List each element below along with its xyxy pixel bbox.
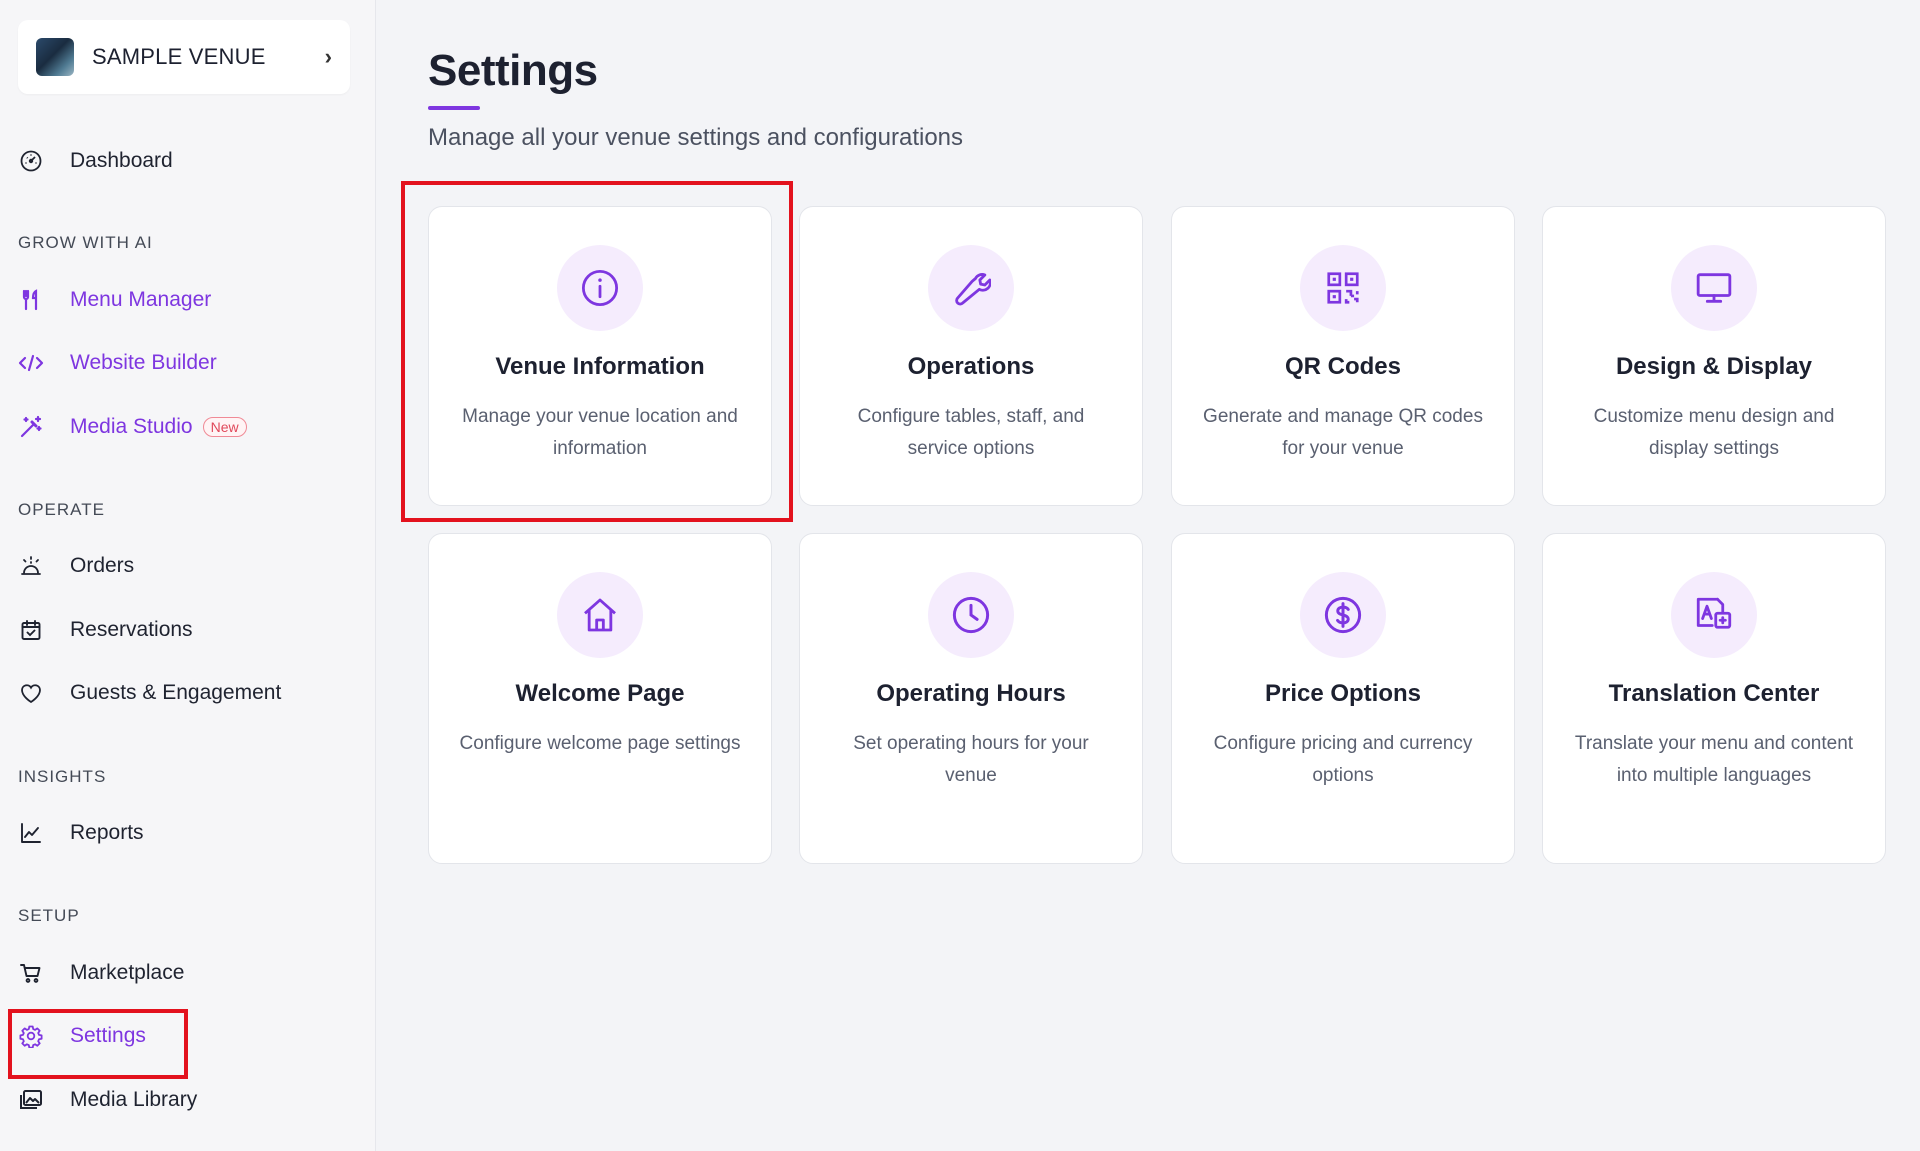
sidebar-item-label: Website Builder	[70, 351, 217, 374]
card-description: Translate your menu and content into mul…	[1574, 733, 1854, 786]
magic-wand-icon	[18, 414, 44, 440]
sidebar-item-media-library[interactable]: Media Library	[18, 1080, 197, 1120]
venue-switcher[interactable]: SAMPLE VENUE ›	[18, 20, 350, 94]
card-description: Configure tables, staff, and service opt…	[857, 406, 1085, 459]
settings-card-translation-center[interactable]: Translation Center Translate your menu a…	[1542, 533, 1886, 864]
venue-avatar	[36, 38, 74, 76]
settings-card-design-display[interactable]: Design & Display Customize menu design a…	[1542, 206, 1886, 506]
sidebar-item-reports[interactable]: Reports	[18, 813, 144, 853]
section-label-insights: INSIGHTS	[18, 767, 107, 786]
settings-card-qr-codes[interactable]: QR Codes Generate and manage QR codes fo…	[1171, 206, 1515, 506]
card-title: Operations	[907, 353, 1035, 380]
images-icon	[18, 1087, 44, 1113]
sidebar-item-label: Marketplace	[70, 961, 185, 984]
sidebar-item-label: Media Library	[70, 1088, 198, 1111]
card-title: Price Options	[1264, 680, 1422, 707]
settings-highlight-box	[8, 1009, 188, 1079]
venue-information-highlight-box	[401, 181, 793, 522]
card-title: Design & Display	[1615, 353, 1813, 380]
sidebar-item-media-studio[interactable]: Media Studio New	[18, 407, 247, 447]
chevron-right-icon: ›	[324, 44, 332, 69]
card-title: Translation Center	[1608, 680, 1820, 707]
card-description: Generate and manage QR codes for your ve…	[1203, 406, 1483, 459]
dollar-circle-icon	[1300, 572, 1386, 658]
page-title: Settings	[428, 46, 598, 95]
card-description: Set operating hours for your venue	[853, 733, 1089, 786]
monitor-icon	[1671, 245, 1757, 331]
sidebar-item-menu-manager[interactable]: Menu Manager	[18, 280, 211, 320]
settings-card-operations[interactable]: Operations Configure tables, staff, and …	[799, 206, 1143, 506]
sidebar-item-dashboard[interactable]: Dashboard	[18, 141, 173, 181]
sidebar-item-label: Guests & Engagement	[70, 681, 282, 704]
sidebar-item-label: Menu Manager	[70, 288, 212, 311]
title-underline	[428, 106, 480, 110]
gauge-icon	[18, 148, 44, 174]
sidebar-item-label: Orders	[70, 554, 135, 577]
settings-card-welcome-page[interactable]: Welcome Page Configure welcome page sett…	[428, 533, 772, 864]
main-content: Settings Manage all your venue settings …	[376, 0, 1920, 1151]
section-label-grow: GROW WITH AI	[18, 233, 153, 252]
sidebar-item-label: Reservations	[70, 618, 193, 641]
card-title: Welcome Page	[515, 680, 685, 707]
sidebar-item-guests[interactable]: Guests & Engagement	[18, 673, 281, 713]
qr-code-icon	[1300, 245, 1386, 331]
sidebar: SAMPLE VENUE › Dashboard GROW WITH AI Me…	[0, 0, 376, 1151]
cart-icon	[18, 960, 44, 986]
sidebar-item-label: Media Studio	[70, 415, 193, 438]
sidebar-item-label: Dashboard	[70, 149, 173, 172]
sidebar-item-orders[interactable]: Orders	[18, 546, 134, 586]
home-icon	[557, 572, 643, 658]
new-badge: New	[202, 417, 247, 437]
venue-name: SAMPLE VENUE	[92, 44, 266, 69]
sidebar-item-marketplace[interactable]: Marketplace	[18, 953, 184, 993]
sidebar-item-reservations[interactable]: Reservations	[18, 610, 193, 650]
card-description: Customize menu design and display settin…	[1593, 406, 1835, 459]
utensils-icon	[18, 287, 44, 313]
card-description: Configure pricing and currency options	[1213, 733, 1473, 786]
page-subtitle: Manage all your venue settings and confi…	[428, 124, 964, 151]
sidebar-item-website-builder[interactable]: Website Builder	[18, 343, 217, 383]
clock-icon	[928, 572, 1014, 658]
settings-card-price-options[interactable]: Price Options Configure pricing and curr…	[1171, 533, 1515, 864]
calendar-check-icon	[18, 617, 44, 643]
card-title: QR Codes	[1284, 353, 1401, 380]
line-chart-icon	[18, 820, 44, 846]
translate-icon	[1671, 572, 1757, 658]
section-label-operate: OPERATE	[18, 500, 105, 519]
code-icon	[18, 350, 44, 376]
card-description: Configure welcome page settings	[459, 733, 741, 754]
bell-icon	[18, 553, 44, 579]
sidebar-item-label: Reports	[70, 821, 144, 844]
settings-card-operating-hours[interactable]: Operating Hours Set operating hours for …	[799, 533, 1143, 864]
heart-icon	[18, 680, 44, 706]
wrench-icon	[928, 245, 1014, 331]
section-label-setup: SETUP	[18, 906, 80, 925]
card-title: Operating Hours	[876, 680, 1066, 707]
